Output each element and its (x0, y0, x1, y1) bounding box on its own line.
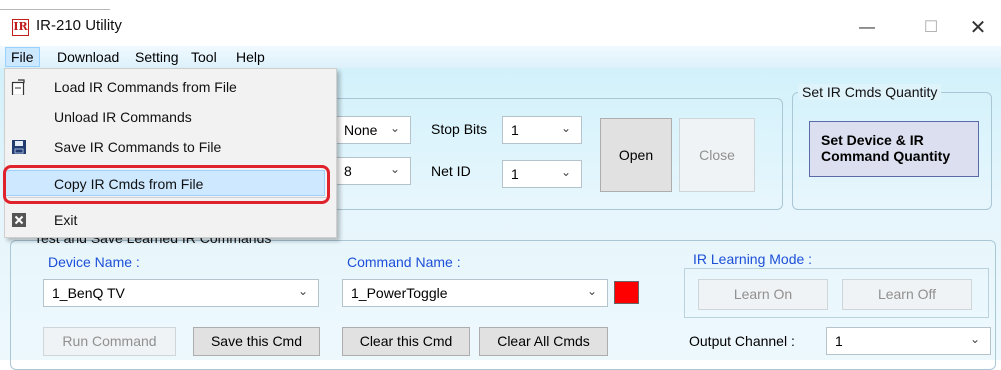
stop-bits-label: Stop Bits (431, 121, 488, 137)
set-quantity-button[interactable]: Set Device & IR Command Quantity (809, 121, 979, 177)
menu-file[interactable]: File (5, 47, 40, 67)
menu-tool[interactable]: Tool (186, 47, 222, 67)
device-name-label: Device Name : (48, 254, 140, 270)
quantity-group-label: Set IR Cmds Quantity (798, 84, 942, 100)
data-bits-value: 8 (344, 163, 352, 179)
output-channel-select[interactable]: 1 ⌄ (826, 327, 991, 355)
stop-bits-value: 1 (511, 122, 519, 138)
run-command-button[interactable]: Run Command (43, 327, 176, 356)
net-id-select[interactable]: 1 ⌄ (502, 160, 582, 188)
save-disk-icon (12, 140, 26, 154)
net-id-value: 1 (511, 166, 519, 182)
previous-window-strip (0, 0, 1001, 12)
clear-all-cmds-button[interactable]: Clear All Cmds (479, 327, 608, 356)
status-indicator (614, 281, 639, 304)
stop-bits-select[interactable]: 1 ⌄ (502, 116, 582, 144)
menu-item-unload-ir-commands[interactable]: Unload IR Commands (54, 109, 192, 125)
app-logo-icon: IR (12, 19, 29, 36)
set-quantity-line2: Command Quantity (821, 148, 951, 164)
output-channel-label: Output Channel : (689, 333, 795, 349)
net-id-label: Net ID (431, 163, 471, 179)
chevron-down-icon: ⌄ (389, 121, 400, 135)
command-name-select[interactable]: 1_PowerToggle ⌄ (342, 279, 608, 307)
menu-item-exit[interactable]: Exit (54, 212, 77, 228)
command-name-value: 1_PowerToggle (351, 285, 448, 301)
device-name-value: 1_BenQ TV (52, 285, 125, 301)
menu-item-load-ir-commands[interactable]: Load IR Commands from File (54, 79, 237, 95)
learn-off-button[interactable]: Learn Off (842, 279, 972, 310)
device-name-select[interactable]: 1_BenQ TV ⌄ (43, 279, 319, 307)
minimize-button[interactable]: — (844, 12, 890, 44)
chevron-down-icon: ⌄ (389, 162, 400, 176)
parity-select[interactable]: None ⌄ (335, 116, 411, 144)
window-title: IR-210 Utility (36, 17, 122, 34)
ir-learning-mode-label: IR Learning Mode : (693, 251, 813, 267)
parity-value: None (344, 122, 378, 138)
close-port-button[interactable]: Close (679, 118, 755, 192)
maximize-button[interactable]: ☐ (908, 12, 954, 44)
learn-on-button[interactable]: Learn On (698, 279, 828, 310)
output-channel-value: 1 (835, 333, 843, 349)
data-bits-select[interactable]: 8 ⌄ (335, 157, 411, 185)
command-name-label: Command Name : (347, 254, 461, 270)
clear-cmd-button[interactable]: Clear this Cmd (342, 327, 470, 356)
chevron-down-icon: ⌄ (560, 121, 571, 135)
set-quantity-line1: Set Device & IR (821, 132, 924, 148)
menu-setting[interactable]: Setting (130, 47, 184, 67)
menu-help[interactable]: Help (231, 47, 270, 67)
open-file-icon (11, 79, 25, 95)
menu-item-save-ir-commands[interactable]: Save IR Commands to File (54, 139, 221, 155)
highlight-annotation-box (3, 165, 330, 204)
save-cmd-button[interactable]: Save this Cmd (193, 327, 320, 356)
open-port-button[interactable]: Open (600, 118, 672, 192)
menu-download[interactable]: Download (52, 47, 124, 67)
chevron-down-icon: ⌄ (969, 332, 980, 346)
chevron-down-icon: ⌄ (560, 165, 571, 179)
close-window-button[interactable]: ✕ (955, 12, 1001, 44)
exit-x-icon (12, 213, 26, 227)
chevron-down-icon: ⌄ (586, 284, 597, 298)
chevron-down-icon: ⌄ (297, 284, 308, 298)
